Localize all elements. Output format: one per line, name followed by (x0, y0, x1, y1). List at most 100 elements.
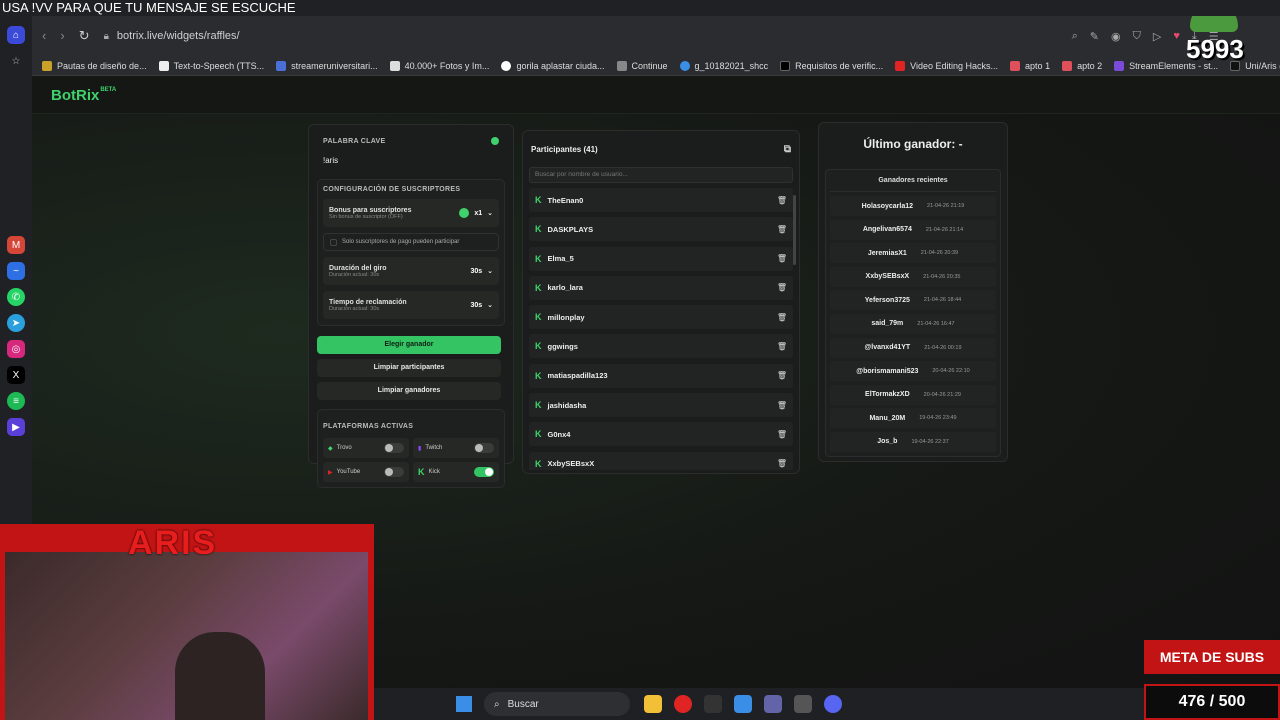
back-icon[interactable]: ‹ (42, 28, 46, 44)
platform-youtube: ▶ YouTube (323, 462, 409, 482)
bookmark-item[interactable]: 40.000+ Fotos y Im... (389, 60, 489, 71)
participants-title: Participantes (41) (531, 144, 598, 154)
kick-icon: K (535, 400, 542, 411)
platform-twitch: ▮ Twitch (413, 438, 499, 458)
winner-row: Manu_20M 19-04-26 23:49 (830, 408, 996, 429)
trovo-toggle[interactable] (384, 443, 404, 453)
streamer-figure (175, 632, 265, 720)
claim-time-row: Tiempo de reclamación Duración actual: 3… (323, 291, 499, 319)
winner-row: Jos_b 19-04-26 22:37 (830, 431, 996, 452)
bookmark-item[interactable]: Continue (616, 60, 668, 71)
bookmark-item[interactable]: apto 1 (1010, 60, 1050, 71)
trash-icon[interactable]: 🗑︎ (777, 254, 787, 263)
bookmark-item[interactable]: Requisitos de verific... (780, 60, 883, 71)
checkbox-box[interactable] (330, 238, 337, 246)
streamer-name: ARIS (128, 524, 218, 562)
bonus-select[interactable]: x1 (474, 210, 482, 217)
recent-winners-label: Ganadores recientes (830, 170, 996, 192)
trash-icon[interactable]: 🗑︎ (777, 430, 787, 439)
taskbar-search[interactable]: ⌕ Buscar (484, 692, 630, 716)
discord-icon[interactable] (824, 695, 842, 713)
trash-icon[interactable]: 🗑︎ (777, 342, 787, 351)
participant-row: Kjashidasha 🗑︎ (529, 393, 793, 418)
bookmark-item[interactable]: streameruniversitari... (276, 60, 378, 71)
lock-icon: 🔒︎ (103, 30, 109, 42)
messenger-icon[interactable]: ~ (7, 262, 25, 280)
participant-search-input[interactable]: Buscar por nombre de usuario... (529, 167, 793, 183)
bookmark-item[interactable]: apto 2 (1062, 60, 1102, 71)
kick-icon: K (418, 467, 425, 477)
trash-icon[interactable]: 🗑︎ (777, 225, 787, 234)
shield-icon[interactable]: ⛉ (1133, 30, 1141, 43)
trash-icon[interactable]: 🗑︎ (777, 283, 787, 292)
bookmark-item[interactable]: Video Editing Hacks... (895, 60, 998, 71)
star-icon[interactable]: ☆ (7, 52, 25, 70)
keyword-input[interactable]: !aris (323, 153, 499, 169)
home-icon[interactable]: ⌂ (7, 26, 25, 44)
heart-icon[interactable]: ♥ (1173, 30, 1180, 42)
participant-row: K G0nx4 🗑︎ (529, 422, 793, 447)
x-icon[interactable]: X (7, 366, 25, 384)
bookmark-item[interactable]: g_10182021_shcc (679, 60, 768, 71)
claim-select[interactable]: 30s (470, 302, 482, 309)
instagram-icon[interactable]: ◎ (7, 340, 25, 358)
youtube-toggle[interactable] (384, 467, 404, 477)
trash-icon[interactable]: 🗑︎ (777, 313, 787, 322)
kick-icon: K (535, 253, 542, 264)
clear-winners-button[interactable]: Limpiar ganadores (317, 382, 501, 400)
explorer-icon[interactable] (644, 695, 662, 713)
edit-icon[interactable]: ✎ (1090, 30, 1099, 43)
kick-icon: K (535, 429, 542, 440)
bookmark-item[interactable]: gorila aplastar ciuda... (501, 60, 605, 71)
botrix-logo[interactable]: BotRixBETA (51, 87, 116, 104)
platforms-label: PLATAFORMAS ACTIVAS (323, 423, 414, 430)
whatsapp-icon[interactable]: ✆ (7, 288, 25, 306)
twitch-toggle[interactable] (474, 443, 494, 453)
opera-icon[interactable] (674, 695, 692, 713)
twitch-icon: ▮ (418, 445, 422, 452)
trash-icon[interactable]: 🗑︎ (777, 459, 787, 468)
reload-icon[interactable]: ↻ (79, 28, 90, 44)
trash-icon[interactable]: 🗑︎ (777, 401, 787, 410)
player-icon[interactable]: ▶ (7, 418, 25, 436)
participant-row: Kkarlo_lara 🗑︎ (529, 275, 793, 300)
app-icon[interactable] (704, 695, 722, 713)
kick-toggle[interactable] (474, 467, 494, 477)
gmail-icon[interactable]: M (7, 236, 25, 254)
info-icon[interactable] (459, 208, 470, 218)
winner-row: Yeferson3725 21-04-26 18:44 (830, 290, 996, 311)
winner-row: @lvanxd41YT 21-04-26 00:19 (830, 337, 996, 358)
spin-select[interactable]: 30s (470, 268, 482, 275)
participant-row: K TheEnan0 🗑︎ (529, 188, 793, 212)
info-icon[interactable] (491, 137, 499, 145)
camera-icon[interactable]: ◉ (1111, 30, 1121, 43)
start-icon[interactable] (456, 696, 472, 712)
apps-icon[interactable] (794, 695, 812, 713)
address-bar[interactable]: 🔒︎ botrix.live/widgets/raffles/ (104, 24, 984, 48)
participants-scrollbar[interactable] (793, 189, 797, 469)
bookmark-item[interactable]: Text-to-Speech (TTS... (158, 60, 264, 71)
kick-icon: K (535, 341, 542, 352)
winner-row: XxbySEBsxX 21-04-26 20:35 (830, 266, 996, 287)
participant-row: Kmillonplay 🗑︎ (529, 305, 793, 330)
pick-winner-button[interactable]: Elegir ganador (317, 336, 501, 354)
play-icon[interactable]: ▷ (1153, 30, 1161, 43)
forward-icon[interactable]: › (60, 28, 64, 44)
store-icon[interactable] (734, 695, 752, 713)
subscriber-config: CONFIGURACIÓN DE SUSCRIPTORES Bonus para… (317, 179, 505, 326)
telegram-icon[interactable]: ➤ (7, 314, 25, 332)
paid-only-checkbox[interactable]: Solo suscriptores de pago pueden partici… (323, 233, 499, 251)
last-winner: Último ganador: - (863, 137, 963, 151)
recent-winners: Ganadores recientes Holasoycarla12 21-04-… (825, 169, 1001, 457)
participants-panel: Participantes (41) ⧉ Buscar por nombre d… (522, 130, 800, 474)
teams-icon[interactable] (764, 695, 782, 713)
trash-icon[interactable]: 🗑︎ (777, 371, 787, 380)
bookmark-item[interactable]: Pautas de diseño de... (42, 60, 147, 71)
spotify-icon[interactable]: ≡ (7, 392, 25, 410)
copy-icon[interactable]: ⧉ (784, 144, 791, 155)
search-icon[interactable]: ⌕ (1072, 30, 1078, 43)
winner-row: Angelivan6574 21-04-26 21:14 (830, 219, 996, 240)
participant-row: Kggwings 🗑︎ (529, 334, 793, 359)
trash-icon[interactable]: 🗑︎ (777, 196, 787, 205)
clear-participants-button[interactable]: Limpiar participantes (317, 359, 501, 377)
